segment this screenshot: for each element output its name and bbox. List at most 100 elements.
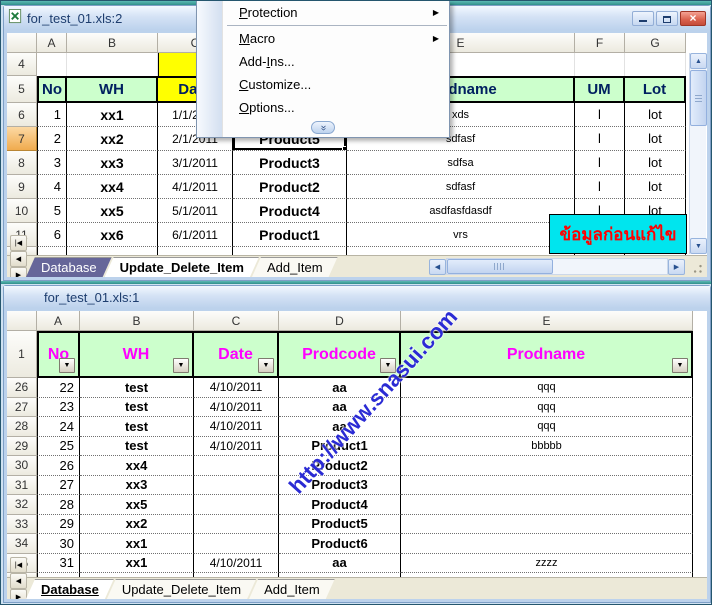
- row-header-7[interactable]: 7: [7, 127, 37, 151]
- cell-D28[interactable]: aa: [279, 417, 401, 437]
- filter-dropdown-icon[interactable]: ▼: [672, 358, 688, 373]
- cell-C8[interactable]: 3/1/2011: [158, 151, 233, 175]
- row-header-27[interactable]: 27: [7, 398, 37, 418]
- restore-button[interactable]: [656, 11, 678, 26]
- row-header-4[interactable]: 4: [7, 53, 37, 76]
- cell-B31[interactable]: xx3: [80, 476, 194, 496]
- cell-A11[interactable]: 6: [37, 223, 67, 247]
- horizontal-scrollbar[interactable]: ◀ ▶: [429, 258, 685, 276]
- cell-B6[interactable]: xx1: [67, 103, 158, 127]
- column-header-D[interactable]: D: [279, 311, 401, 331]
- next-sheet-button[interactable]: ▶: [10, 589, 27, 600]
- cell-D31[interactable]: Product3: [279, 476, 401, 496]
- cell-D30[interactable]: Product2: [279, 456, 401, 476]
- horizontal-scroll-track[interactable]: [446, 258, 668, 275]
- cell-B8[interactable]: xx3: [67, 151, 158, 175]
- cell-E27[interactable]: qqq: [401, 398, 693, 418]
- cell-C27[interactable]: 4/10/2011: [194, 398, 279, 418]
- cell-E31[interactable]: [401, 476, 693, 496]
- sheet-tab-add_item[interactable]: Add_Item: [252, 257, 338, 277]
- field-header-no[interactable]: No: [37, 76, 67, 103]
- field-header-prodcode[interactable]: Prodcode▼: [279, 331, 401, 378]
- column-header-B[interactable]: B: [80, 311, 194, 331]
- menu-item-macro[interactable]: Macro▶: [197, 27, 449, 50]
- field-header-wh[interactable]: WH▼: [80, 331, 194, 378]
- field-header-wh[interactable]: WH: [67, 76, 158, 103]
- cell-C30[interactable]: [194, 456, 279, 476]
- cell-A28[interactable]: 24: [37, 417, 80, 437]
- cell-B4[interactable]: [67, 53, 158, 76]
- row-header-26[interactable]: 26: [7, 378, 37, 398]
- cell-D8[interactable]: Product3: [233, 151, 347, 175]
- row-header-28[interactable]: 28: [7, 417, 37, 437]
- sheet-tab-database[interactable]: Database: [26, 257, 112, 277]
- menu-item-add-ins[interactable]: Add-Ins...: [197, 50, 449, 73]
- column-header-F[interactable]: F: [575, 33, 625, 53]
- vertical-scrollbar[interactable]: ▲ ▼: [689, 53, 706, 254]
- prev-sheet-button[interactable]: ◀: [10, 573, 27, 589]
- cell-C28[interactable]: 4/10/2011: [194, 417, 279, 437]
- cell-C11[interactable]: 6/1/2011: [158, 223, 233, 247]
- first-sheet-button[interactable]: |◀: [10, 235, 27, 251]
- cell-C26[interactable]: 4/10/2011: [194, 378, 279, 398]
- cell-A34[interactable]: 30: [37, 534, 80, 554]
- cell-E8[interactable]: sdfsa: [347, 151, 575, 175]
- row-header-32[interactable]: 32: [7, 495, 37, 515]
- cell-E9[interactable]: sdfasf: [347, 175, 575, 199]
- vertical-scroll-thumb[interactable]: [690, 70, 707, 126]
- cell-B26[interactable]: test: [80, 378, 194, 398]
- cell-C32[interactable]: [194, 495, 279, 515]
- cell-G4[interactable]: [625, 53, 686, 76]
- cell-C10[interactable]: 5/1/2011: [158, 199, 233, 223]
- cell-E35[interactable]: zzzz: [401, 554, 693, 574]
- first-sheet-button[interactable]: |◀: [10, 557, 27, 573]
- cell-A31[interactable]: 27: [37, 476, 80, 496]
- column-header-G[interactable]: G: [625, 33, 686, 53]
- cell-D27[interactable]: aa: [279, 398, 401, 418]
- cell-D34[interactable]: Product6: [279, 534, 401, 554]
- cell-A35[interactable]: 31: [37, 554, 80, 574]
- sheet-tab-update_delete_item[interactable]: Update_Delete_Item: [105, 257, 259, 277]
- cell-F9[interactable]: l: [575, 175, 625, 199]
- select-all-corner[interactable]: [7, 33, 37, 53]
- cell-C31[interactable]: [194, 476, 279, 496]
- field-header-um[interactable]: UM: [575, 76, 625, 103]
- sheet-tab-update_delete_item[interactable]: Update_Delete_Item: [107, 579, 256, 599]
- cell-A6[interactable]: 1: [37, 103, 67, 127]
- scroll-up-icon[interactable]: ▲: [690, 53, 707, 69]
- row-header-6[interactable]: 6: [7, 103, 37, 127]
- cell-A32[interactable]: 28: [37, 495, 80, 515]
- cell-A29[interactable]: 25: [37, 437, 80, 457]
- expand-menu-button[interactable]: »: [311, 121, 335, 134]
- scroll-down-icon[interactable]: ▼: [690, 238, 707, 254]
- row-header-10[interactable]: 10: [7, 199, 37, 223]
- row-header-5[interactable]: 5: [7, 76, 37, 103]
- cell-B33[interactable]: xx2: [80, 515, 194, 535]
- scroll-left-icon[interactable]: ◀: [429, 259, 446, 275]
- cell-A33[interactable]: 29: [37, 515, 80, 535]
- cell-B29[interactable]: test: [80, 437, 194, 457]
- note-box[interactable]: ข้อมูลก่อนแก้ไข: [549, 214, 687, 254]
- column-header-A[interactable]: A: [37, 311, 80, 331]
- sheet-tab-database[interactable]: Database: [26, 579, 114, 599]
- cell-E33[interactable]: [401, 515, 693, 535]
- cell-G7[interactable]: lot: [625, 127, 686, 151]
- scroll-right-icon[interactable]: ▶: [668, 259, 685, 275]
- row-header-33[interactable]: 33: [7, 515, 37, 535]
- filter-dropdown-icon[interactable]: ▼: [258, 358, 274, 373]
- cell-A7[interactable]: 2: [37, 127, 67, 151]
- field-header-no[interactable]: No▼: [37, 331, 80, 378]
- cell-D11[interactable]: Product1: [233, 223, 347, 247]
- cell-G9[interactable]: lot: [625, 175, 686, 199]
- select-all-corner[interactable]: [7, 311, 37, 331]
- cell-C33[interactable]: [194, 515, 279, 535]
- column-header-E[interactable]: E: [401, 311, 693, 331]
- cell-A10[interactable]: 5: [37, 199, 67, 223]
- cell-E34[interactable]: [401, 534, 693, 554]
- titlebar-window-1[interactable]: for_test_01.xls:1: [4, 286, 710, 308]
- cell-B35[interactable]: xx1: [80, 554, 194, 574]
- prev-sheet-button[interactable]: ◀: [10, 251, 27, 267]
- cell-E32[interactable]: [401, 495, 693, 515]
- resize-grip-icon[interactable]: [687, 258, 705, 276]
- row-header-29[interactable]: 29: [7, 437, 37, 457]
